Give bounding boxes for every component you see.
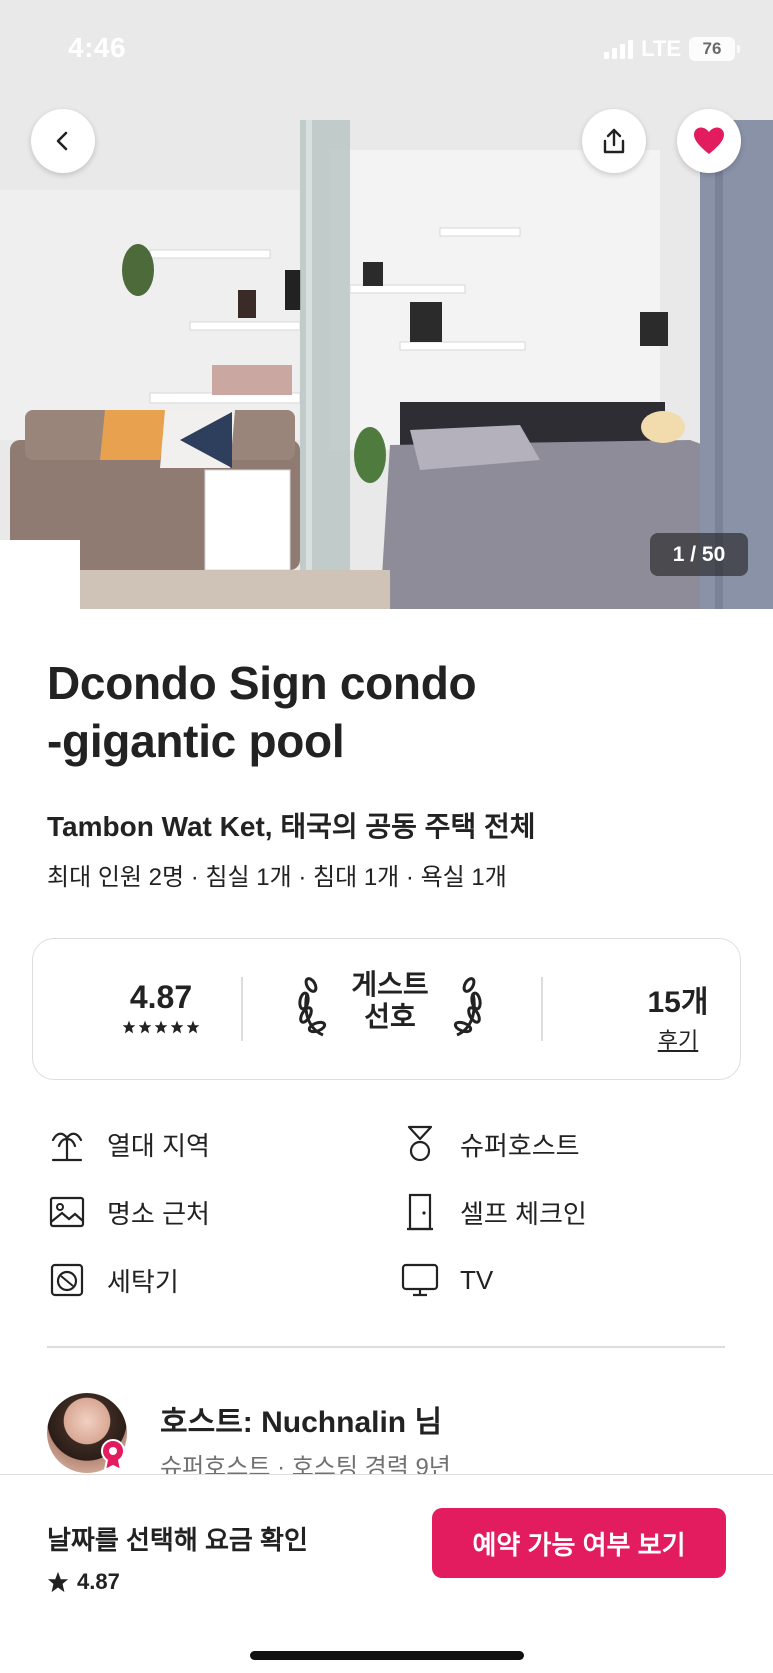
washer-icon (47, 1260, 87, 1300)
share-icon (603, 128, 625, 154)
guest-favorite-line1: 게스트 (351, 969, 429, 1000)
review-count: 15개 (647, 986, 709, 1019)
superhost-medal-icon (400, 1124, 440, 1164)
highlight-label: 세탁기 (107, 1266, 179, 1297)
tv-icon (400, 1260, 440, 1300)
guest-favorite-badge: 게스트 선호 (295, 969, 485, 1049)
laurel-left-icon (298, 977, 327, 1037)
date-prompt[interactable]: 날짜를 선택해 요금 확인 (47, 1520, 308, 1557)
rating-stars (91, 1020, 231, 1034)
favorite-button[interactable] (677, 109, 741, 173)
host-name: 호스트: Nuchnalin 님 (160, 1406, 443, 1439)
rating-card[interactable]: 4.87 게스트 선호 15개 후기 (32, 938, 741, 1080)
highlight-label: TV (460, 1264, 494, 1295)
highlight-item: 슈퍼호스트 (400, 1122, 580, 1166)
guest-favorite-label: 게스트 선호 (340, 969, 440, 1033)
review-count-block[interactable]: 15개 후기 (593, 977, 763, 1055)
star-icon (170, 1020, 184, 1034)
highlight-label: 명소 근처 (107, 1198, 210, 1229)
divider (541, 977, 543, 1041)
landmark-image-icon (47, 1192, 87, 1232)
highlight-label: 셀프 체크인 (460, 1198, 587, 1229)
guest-favorite-line2: 선호 (364, 1001, 416, 1032)
rating-score: 4.87 (129, 979, 193, 1015)
battery-icon: 76 (689, 37, 740, 61)
listing-location: Tambon Wat Ket, 태국의 공동 주택 전체 (47, 811, 536, 842)
signal-icon (604, 39, 634, 59)
palm-tree-icon (47, 1124, 87, 1164)
status-time: 4:46 (68, 32, 127, 63)
highlight-label: 열대 지역 (107, 1130, 210, 1161)
booking-footer: 날짜를 선택해 요금 확인 4.87 예약 가능 여부 보기 (0, 1474, 773, 1673)
star-icon (186, 1020, 200, 1034)
star-icon (47, 1571, 69, 1593)
listing-capacity: 최대 인원 2명 · 침실 1개 · 침대 1개 · 욕실 1개 (47, 864, 507, 891)
highlight-item: 열대 지역 (47, 1122, 210, 1166)
listing-title-line2: -gigantic pool (47, 715, 345, 767)
section-divider (47, 1346, 725, 1348)
reviews-link[interactable]: 후기 (593, 1023, 763, 1055)
star-icon (154, 1020, 168, 1034)
star-icon (138, 1020, 152, 1034)
home-indicator[interactable] (250, 1651, 524, 1660)
highlight-label: 슈퍼호스트 (460, 1130, 580, 1161)
check-availability-button[interactable]: 예약 가능 여부 보기 (432, 1508, 726, 1578)
heart-filled-icon (694, 127, 724, 154)
photo-counter: 1 / 50 (650, 533, 748, 576)
listing-title-line1: Dcondo Sign condo (47, 657, 477, 709)
laurel-right-icon (453, 977, 482, 1037)
star-icon (122, 1020, 136, 1034)
rating-score-block: 4.87 (91, 979, 231, 1034)
divider (241, 977, 243, 1041)
highlight-item: TV (400, 1258, 493, 1302)
highlight-item: 세탁기 (47, 1258, 179, 1302)
footer-rating: 4.87 (47, 1569, 120, 1595)
back-button[interactable] (31, 109, 95, 173)
status-indicators: LTE 76 (604, 36, 740, 62)
share-button[interactable] (582, 109, 646, 173)
footer-rating-value: 4.87 (77, 1569, 120, 1594)
listing-photo[interactable]: 4:46 LTE 76 1 / 50 (0, 0, 773, 609)
superhost-badge-icon (101, 1439, 125, 1472)
highlight-item: 명소 근처 (47, 1190, 210, 1234)
status-bar: 4:46 LTE 76 (0, 0, 773, 100)
chevron-left-icon (56, 131, 68, 151)
listing-title: Dcondo Sign condo -gigantic pool (47, 654, 727, 770)
door-icon (400, 1192, 440, 1232)
highlight-item: 셀프 체크인 (400, 1190, 587, 1234)
network-label: LTE (641, 36, 681, 61)
